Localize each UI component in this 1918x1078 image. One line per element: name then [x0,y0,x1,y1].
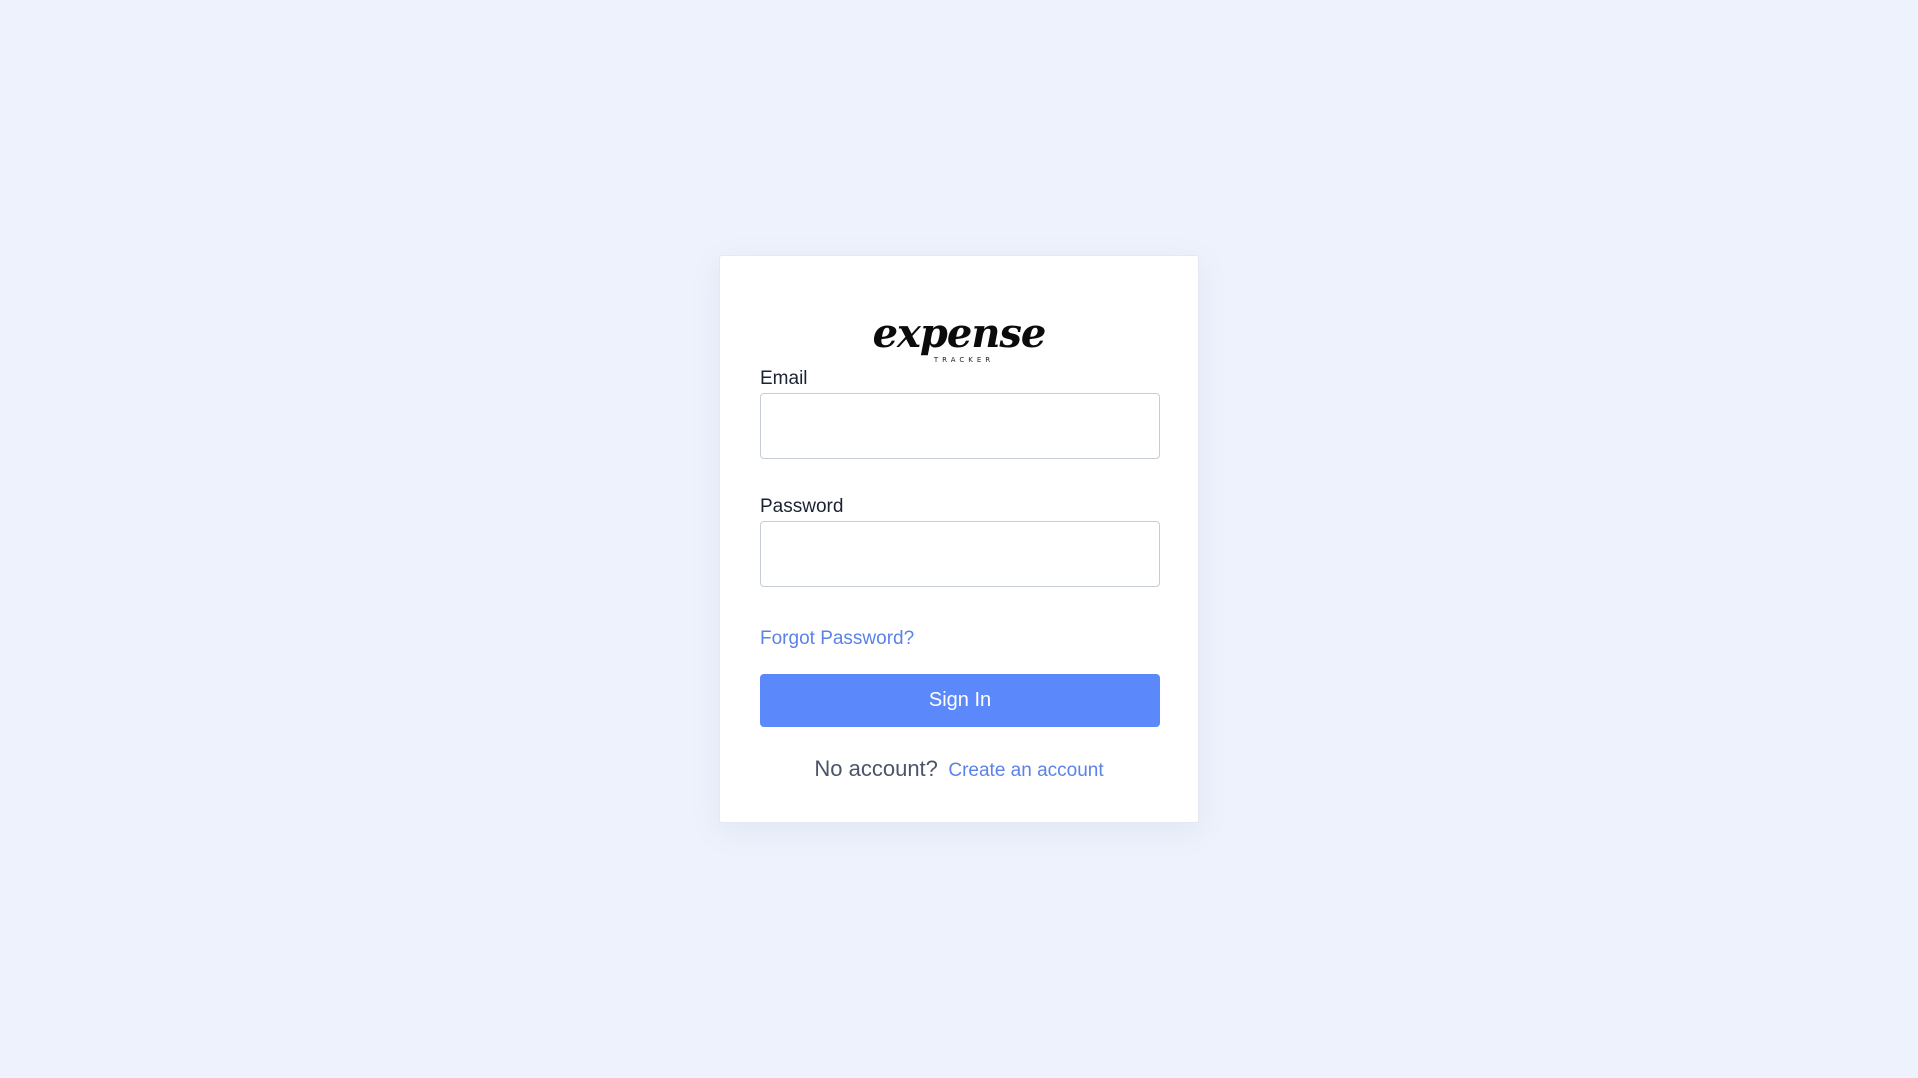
signup-prompt: No account? Create an account [720,756,1198,782]
create-account-link[interactable]: Create an account [948,760,1103,781]
password-field[interactable] [760,521,1160,587]
login-card: expense TRACKER Email Password Forgot Pa… [719,255,1199,823]
sign-in-button[interactable]: Sign In [760,674,1160,727]
logo-wordmark: expense [872,310,1047,357]
forgot-password-link[interactable]: Forgot Password? [760,628,914,650]
no-account-text: No account? [814,756,938,781]
logo-subtitle: TRACKER [933,356,995,364]
app-logo: expense TRACKER [720,310,1198,365]
password-label: Password [760,496,844,517]
email-field[interactable] [760,393,1160,459]
email-label: Email [760,368,808,389]
